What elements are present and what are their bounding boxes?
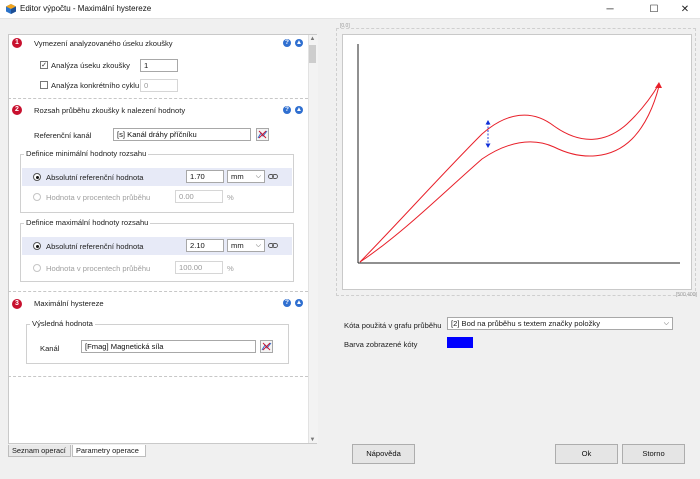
app-icon <box>6 4 16 14</box>
kota-label: Kóta použitá v grafu průběhu <box>344 321 442 330</box>
window-title: Editor výpočtu - Maximální hystereze <box>20 4 152 13</box>
min-pct-unit: % <box>227 193 234 202</box>
analyza-useku-input[interactable]: 1 <box>140 59 178 72</box>
scroll-thumb[interactable] <box>309 45 316 63</box>
section-3-title: Maximální hystereze <box>34 299 104 308</box>
help-icon[interactable]: ? <box>283 106 291 114</box>
curve-arrowhead <box>655 82 662 88</box>
chart-corner-bottom-right: [500,400] <box>676 292 697 298</box>
ref-channel-label: Referenční kanál <box>34 131 92 140</box>
analyza-useku-checkbox[interactable]: ✓ <box>40 61 48 69</box>
max-abs-radio[interactable] <box>33 242 41 250</box>
scroll-down-icon[interactable]: ▼ <box>308 436 317 444</box>
max-abs-label: Absolutní referenční hodnota <box>46 242 144 251</box>
analyza-cyklu-input[interactable]: 0 <box>140 79 178 92</box>
arrow-down-head <box>485 143 491 148</box>
max-pct-unit: % <box>227 264 234 273</box>
chevron-down-icon: ⌵ <box>255 242 261 249</box>
kota-select[interactable]: [2] Bod na průběhu s textem značky polož… <box>447 317 673 330</box>
max-abs-input[interactable]: 2.10 <box>186 239 224 252</box>
chart-pick-icon <box>257 130 268 139</box>
section-divider <box>8 291 308 292</box>
tab-parametry-operace[interactable]: Parametry operace <box>72 445 146 457</box>
max-unit-value: mm <box>231 241 244 250</box>
analyza-cyklu-checkbox[interactable] <box>40 81 48 89</box>
result-channel-label: Kanál <box>40 344 60 353</box>
help-button[interactable]: Nápověda <box>352 444 415 464</box>
chart-pick-icon <box>261 342 272 351</box>
min-abs-input[interactable]: 1.70 <box>186 170 224 183</box>
ref-channel-field[interactable]: [s] Kanál dráhy příčníku <box>113 128 251 141</box>
min-pct-input[interactable]: 0.00 <box>175 190 223 203</box>
kota-value: [2] Bod na průběhu s textem značky polož… <box>451 319 601 328</box>
arrow-up-head <box>485 120 491 125</box>
chart-svg <box>357 44 680 264</box>
chevron-down-icon: ⌵ <box>663 320 669 327</box>
chart-corner-top-left: [0,0] <box>340 23 350 29</box>
min-unit-value: mm <box>231 172 244 181</box>
collapse-icon[interactable]: ▲ <box>295 299 303 307</box>
min-abs-radio[interactable] <box>33 173 41 181</box>
max-unit-select[interactable]: mm ⌵ <box>227 239 265 252</box>
analyza-cyklu-label: Analýza konkrétního cyklu <box>51 81 140 90</box>
help-icon[interactable]: ? <box>283 299 291 307</box>
section-1-title: Vymezení analyzovaného úseku zkoušky <box>34 39 173 48</box>
min-unit-select[interactable]: mm ⌵ <box>227 170 265 183</box>
max-pct-input[interactable]: 100.00 <box>175 261 223 274</box>
result-channel-field[interactable]: [Fmag] Magnetická síla <box>81 340 256 353</box>
help-icon[interactable]: ? <box>283 39 291 47</box>
channel-picker-button[interactable] <box>260 340 273 353</box>
section-divider <box>8 376 308 377</box>
min-group-title: Definice minimální hodnoty rozsahu <box>24 149 149 158</box>
max-group-title: Definice maximální hodnoty rozsahu <box>24 218 151 227</box>
color-swatch[interactable] <box>447 337 473 348</box>
barva-label: Barva zobrazené kóty <box>344 340 418 349</box>
close-button[interactable]: ✕ <box>670 0 700 18</box>
hysteresis-loading-curve <box>359 83 660 263</box>
min-pct-label: Hodnota v procentech průběhu <box>46 193 151 202</box>
section-2-title: Rozsah průběhu zkoušky k nalezení hodnot… <box>34 106 186 115</box>
tab-seznam-operaci[interactable]: Seznam operací <box>8 445 71 457</box>
link-icon[interactable] <box>268 174 278 179</box>
analyza-useku-label: Analýza úseku zkoušky <box>51 61 130 70</box>
section-2-number-icon: 2 <box>12 105 22 115</box>
hysteresis-unloading-curve <box>359 85 660 263</box>
vertical-scrollbar[interactable] <box>308 35 318 443</box>
link-icon[interactable] <box>268 243 278 248</box>
section-1-number-icon: 1 <box>12 38 22 48</box>
channel-picker-button[interactable] <box>256 128 269 141</box>
min-pct-radio[interactable] <box>33 193 41 201</box>
section-divider <box>8 98 308 99</box>
minimize-button[interactable]: ─ <box>595 0 625 18</box>
cancel-button[interactable]: Storno <box>622 444 685 464</box>
max-pct-radio[interactable] <box>33 264 41 272</box>
result-group-title: Výsledná hodnota <box>30 319 95 328</box>
scroll-up-icon[interactable]: ▲ <box>308 35 317 43</box>
maximize-button[interactable]: ☐ <box>639 0 669 18</box>
max-pct-label: Hodnota v procentech průběhu <box>46 264 151 273</box>
collapse-icon[interactable]: ▲ <box>295 106 303 114</box>
ok-button[interactable]: Ok <box>555 444 618 464</box>
section-3-number-icon: 3 <box>12 299 22 309</box>
collapse-icon[interactable]: ▲ <box>295 39 303 47</box>
chevron-down-icon: ⌵ <box>255 173 261 180</box>
min-abs-label: Absolutní referenční hodnota <box>46 173 144 182</box>
